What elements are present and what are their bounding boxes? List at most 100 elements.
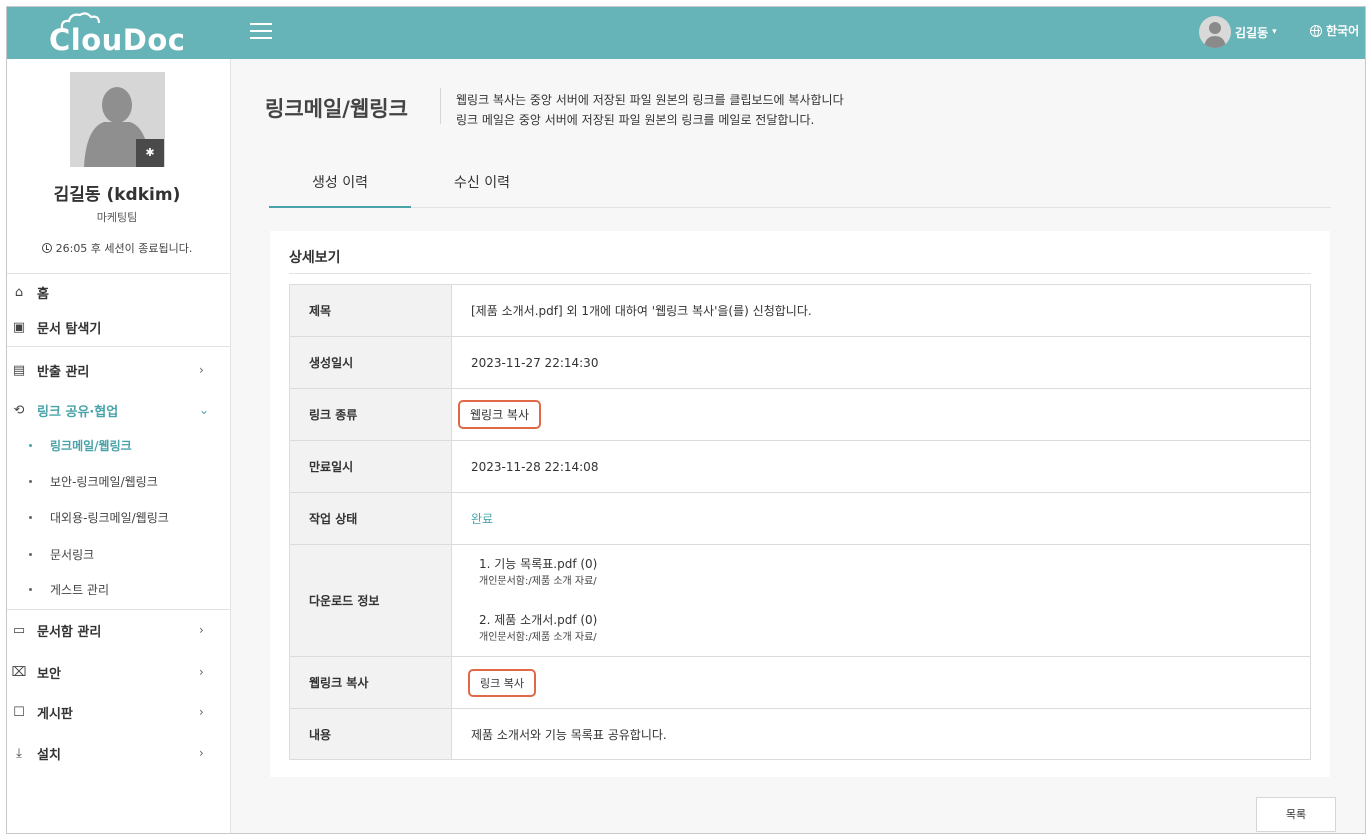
table-row: 생성일시 2023-11-27 22:14:30 (290, 336, 1310, 388)
downloads-cell: 1. 기능 목록표.pdf (0) 개인문서함:/제품 소개 자료/ 2. 제품… (452, 545, 1310, 656)
page-description: 웹링크 복사는 중앙 서버에 저장된 파일 원본의 링크를 클립보드에 복사합니… (456, 90, 844, 130)
tab-received-history[interactable]: 수신 이력 (411, 159, 553, 208)
section-title: 상세보기 (289, 250, 341, 266)
link-share-icon: ⟲ (13, 402, 25, 418)
menu-toggle-icon[interactable] (250, 23, 272, 41)
title-divider (440, 88, 441, 124)
nav-label: 보안 (37, 666, 61, 682)
download-file-name: 1. 기능 목록표.pdf (0) (479, 556, 598, 571)
nav-export[interactable]: ▤ 반출 관리 › (7, 356, 231, 384)
bullet-icon (29, 552, 32, 556)
row-label: 웹링크 복사 (290, 657, 452, 708)
nav-explorer[interactable]: ▣ 문서 탐색기 (7, 313, 231, 341)
copy-link-button[interactable]: 링크 복사 (468, 668, 536, 697)
board-icon: ☐ (13, 704, 25, 720)
top-header: ClouDoc 김길동 ▾ 한국어 (7, 7, 1365, 59)
nav-label: 링크 공유·협업 (37, 404, 119, 420)
chevron-right-icon: › (199, 363, 204, 377)
home-icon: ⌂ (14, 284, 24, 300)
export-doc-icon: ▤ (12, 362, 26, 378)
link-type-value: 웹링크 복사 (458, 400, 542, 429)
sub-secure-linkmail[interactable]: 보안-링크메일/웹링크 (7, 469, 231, 493)
bullet-icon (29, 443, 32, 447)
user-menu[interactable]: 김길동 ▾ (1199, 15, 1277, 49)
nav-docbox[interactable]: ▭ 문서함 관리 › (7, 616, 231, 644)
bullet-icon (29, 587, 32, 591)
page-title: 링크메일/웹링크 (265, 97, 408, 121)
description-line: 링크 메일은 중앙 서버에 저장된 파일 원본의 링크를 메일로 전달합니다. (456, 113, 815, 127)
row-label: 만료일시 (290, 441, 452, 492)
sub-label: 대외용-링크메일/웹링크 (50, 510, 169, 525)
nav-link-share[interactable]: ⟲ 링크 공유·협업 ⌄ (7, 396, 231, 424)
chevron-right-icon: › (199, 665, 204, 679)
language-label: 한국어 (1326, 24, 1360, 38)
sub-linkmail-weblink[interactable]: 링크메일/웹링크 (7, 433, 231, 457)
sub-label: 문서링크 (50, 547, 95, 562)
nav-security[interactable]: ⌧ 보안 › (7, 658, 231, 686)
clock-icon (41, 243, 52, 253)
chevron-right-icon: › (199, 623, 204, 637)
row-label: 작업 상태 (290, 493, 452, 544)
session-text: 26:05 후 세션이 종료됩니다. (55, 242, 193, 255)
row-label: 내용 (290, 709, 452, 759)
table-row: 웹링크 복사 링크 복사 (290, 656, 1310, 708)
sub-guest-manage[interactable]: 게스트 관리 (7, 577, 231, 601)
tab-created-history[interactable]: 생성 이력 (269, 159, 411, 208)
table-row: 제목 [제품 소개서.pdf] 외 1개에 대하여 '웹링크 복사'을(를) 신… (290, 285, 1310, 336)
content-value: 제품 소개서와 기능 목록표 공유합니다. (471, 727, 667, 742)
sub-external-linkmail[interactable]: 대외용-링크메일/웹링크 (7, 505, 231, 529)
table-row: 작업 상태 완료 (290, 492, 1310, 544)
nav-install[interactable]: ⤓ 설치 › (7, 739, 231, 767)
nav-label: 문서함 관리 (37, 624, 102, 640)
sub-label: 링크메일/웹링크 (50, 438, 132, 453)
gear-icon[interactable]: ✱ (136, 139, 164, 167)
weblink-copy-cell: 링크 복사 (452, 657, 1310, 708)
cloudoc-logo[interactable]: ClouDoc (49, 11, 189, 57)
nav-label: 설치 (37, 747, 61, 763)
row-label: 제목 (290, 285, 452, 336)
app-window: ClouDoc 김길동 ▾ 한국어 ✱ 김길동 (kdkim) 마케팅팀 26:… (6, 6, 1366, 834)
profile-team: 마케팅팀 (96, 211, 138, 224)
list-button[interactable]: 목록 (1256, 797, 1336, 832)
download-file-path: 개인문서함:/제품 소개 자료/ (479, 631, 597, 643)
expires-value: 2023-11-28 22:14:08 (471, 459, 599, 474)
history-tabs: 생성 이력 수신 이력 (269, 159, 1331, 208)
download-file-path: 개인문서함:/제품 소개 자료/ (479, 575, 597, 587)
divider (7, 273, 231, 274)
status-value: 완료 (471, 512, 494, 526)
table-row: 만료일시 2023-11-28 22:14:08 (290, 440, 1310, 492)
main-content: 링크메일/웹링크 웹링크 복사는 중앙 서버에 저장된 파일 원본의 링크를 클… (232, 59, 1365, 833)
sub-label: 보안-링크메일/웹링크 (50, 474, 158, 489)
explorer-icon: ▣ (12, 319, 26, 335)
caret-down-icon: ▾ (1272, 27, 1277, 37)
language-selector[interactable]: 한국어 (1310, 22, 1359, 39)
globe-icon (1310, 24, 1322, 37)
detail-table: 제목 [제품 소개서.pdf] 외 1개에 대하여 '웹링크 복사'을(를) 신… (289, 284, 1311, 760)
chevron-down-icon: ⌄ (199, 403, 210, 417)
bullet-icon (29, 515, 32, 519)
divider (7, 609, 231, 610)
table-row: 다운로드 정보 1. 기능 목록표.pdf (0) 개인문서함:/제품 소개 자… (290, 544, 1310, 656)
profile-name: 김길동 (kdkim) (53, 185, 181, 205)
divider (7, 346, 231, 347)
bullet-icon (29, 479, 32, 483)
nav-label: 반출 관리 (37, 364, 90, 380)
sub-doc-link[interactable]: 문서링크 (7, 542, 231, 566)
sidebar: ✱ 김길동 (kdkim) 마케팅팀 26:05 후 세션이 종료됩니다. ⌂ … (7, 59, 231, 833)
download-file-name: 2. 제품 소개서.pdf (0) (479, 612, 598, 627)
lock-icon: ⌧ (11, 664, 27, 680)
created-value: 2023-11-27 22:14:30 (471, 355, 599, 370)
link-type-cell: 웹링크 복사 (452, 389, 1310, 440)
folder-gear-icon: ▭ (12, 622, 26, 638)
nav-label: 홈 (37, 286, 49, 302)
nav-label: 게시판 (37, 706, 73, 722)
table-row: 내용 제품 소개서와 기능 목록표 공유합니다. (290, 708, 1310, 759)
row-label: 생성일시 (290, 337, 452, 388)
logo-text: ClouDoc (49, 23, 186, 57)
row-label: 링크 종류 (290, 389, 452, 440)
divider (289, 273, 1311, 274)
download-list: 1. 기능 목록표.pdf (0) 개인문서함:/제품 소개 자료/ 2. 제품… (471, 555, 597, 647)
nav-home[interactable]: ⌂ 홈 (7, 278, 231, 306)
user-name: 김길동 (1235, 25, 1269, 40)
nav-board[interactable]: ☐ 게시판 › (7, 698, 231, 726)
